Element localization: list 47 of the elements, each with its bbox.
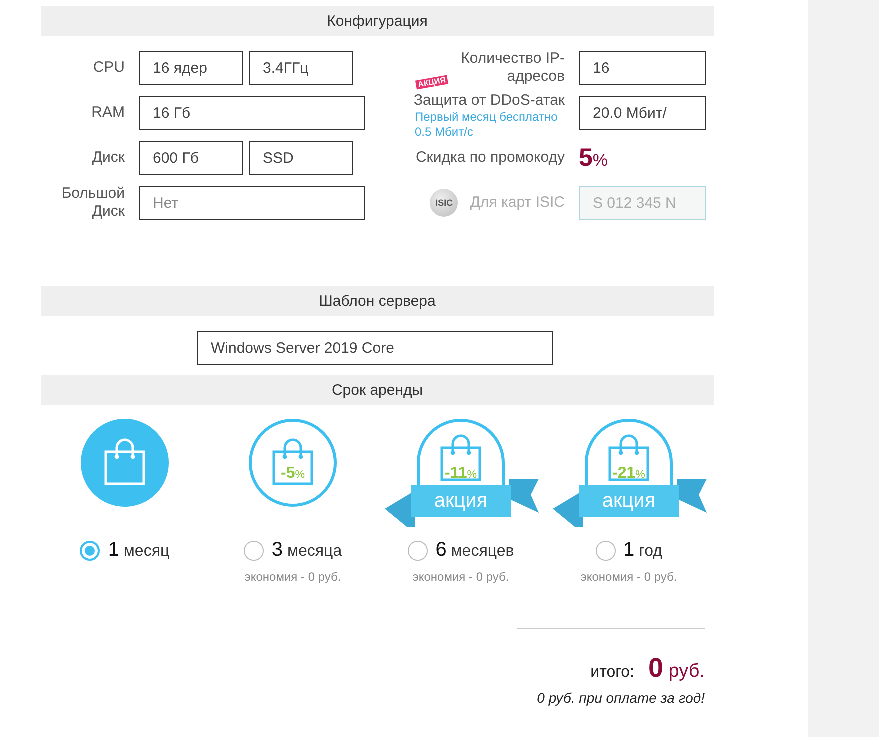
savings-text: экономия - 0 руб. — [412, 570, 510, 584]
discount-label: -11% — [444, 465, 478, 483]
input-field[interactable]: 3.4ГГц — [249, 51, 353, 85]
radio-button[interactable] — [408, 540, 428, 560]
select-field[interactable]: Windows Server 2019 Core — [197, 331, 553, 365]
isic-logo-icon: ISIC — [430, 189, 458, 217]
period-label: 1 месяц — [108, 539, 170, 562]
bag-icon[interactable] — [585, 419, 673, 485]
input-field[interactable]: Нет — [139, 186, 365, 220]
savings-text: экономия - 0 руб. — [244, 570, 342, 584]
total-value: 0 руб. — [648, 653, 705, 684]
field-label: Скидка по промокоду — [416, 149, 565, 167]
ribbon-tail — [677, 479, 707, 515]
discount-label: -5% — [280, 465, 306, 483]
ribbon-tail — [509, 479, 539, 515]
input-field[interactable]: 16 — [579, 51, 706, 85]
radio-button[interactable] — [80, 540, 100, 560]
input-field[interactable]: 600 Гб — [139, 141, 243, 175]
period-label: 1 год — [624, 539, 662, 562]
discount-value: 5% — [579, 144, 610, 172]
field-label: RAM — [90, 104, 125, 122]
promo-badge: АКЦИЯ — [415, 75, 449, 90]
field-label: Большой Диск — [60, 185, 125, 221]
savings-text: экономия - 0 руб. — [580, 570, 678, 584]
field-label: Защита от DDoS-атак — [414, 92, 565, 110]
input-field[interactable]: SSD — [249, 141, 353, 175]
radio-button[interactable] — [244, 540, 264, 560]
period-label: 3 месяца — [272, 539, 342, 562]
bag-icon[interactable] — [417, 419, 505, 485]
input-field[interactable]: 20.0 Мбит/ — [579, 96, 706, 130]
promo-note: Первый месяц бесплатно 0.5 Мбит/с — [415, 110, 559, 140]
total-note: 0 руб. при оплате за год! — [537, 690, 705, 706]
section-header: Конфигурация — [41, 6, 714, 36]
input-field[interactable]: 16 ядер — [139, 51, 243, 85]
field-label: Количество IP-адресов — [460, 50, 565, 86]
total-label: итого: — [590, 664, 634, 682]
field-label: Для карт ISIC — [470, 194, 565, 212]
period-label: 6 месяцев — [436, 539, 514, 562]
input-field[interactable]: 16 Гб — [139, 96, 365, 130]
promo-ribbon: акция — [411, 485, 511, 517]
discount-label: -21% — [612, 465, 646, 483]
promo-ribbon: акция — [579, 485, 679, 517]
section-header: Шаблон сервера — [41, 286, 714, 316]
section-header: Срок аренды — [41, 375, 714, 405]
radio-button[interactable] — [596, 540, 616, 560]
field-label: CPU — [92, 59, 125, 77]
field-label: Диск — [91, 149, 125, 167]
